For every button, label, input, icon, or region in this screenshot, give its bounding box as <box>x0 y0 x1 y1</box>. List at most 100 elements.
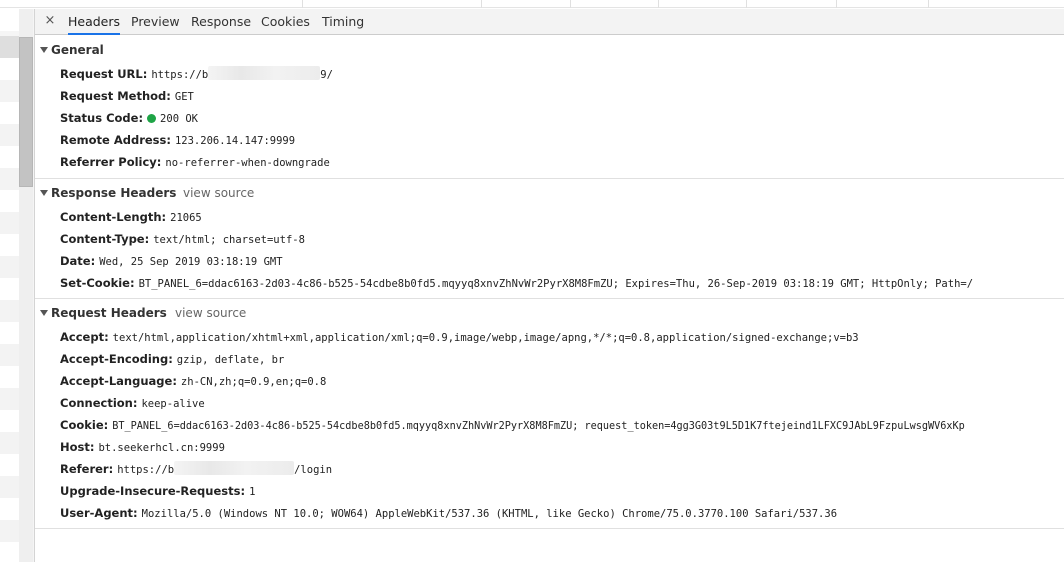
list-item[interactable] <box>0 256 19 278</box>
header-value: BT_PANEL_6=ddac6163-2d03-4c86-b525-54cdb… <box>138 278 974 290</box>
list-item[interactable] <box>0 190 19 212</box>
list-item[interactable] <box>0 124 19 146</box>
list-item[interactable] <box>0 212 19 234</box>
view-source-link[interactable]: view source <box>183 183 254 203</box>
header-name: Referrer Policy: <box>60 155 162 169</box>
column-divider <box>481 0 482 8</box>
header-name: Connection: <box>60 396 138 410</box>
header-value: 200 OK <box>160 113 198 125</box>
response-header-row: Date: Wed, 25 Sep 2019 03:18:19 GMT <box>60 251 283 271</box>
response-header-row: Content-Type: text/html; charset=utf-8 <box>60 229 305 249</box>
header-name: Content-Type: <box>60 232 150 246</box>
tab-response[interactable]: Response <box>191 9 251 35</box>
list-item[interactable] <box>0 498 19 520</box>
request-list-header-strip <box>0 0 1064 8</box>
tab-timing[interactable]: Timing <box>322 9 364 35</box>
list-item[interactable] <box>0 344 19 366</box>
list-item[interactable] <box>0 58 19 80</box>
list-item[interactable] <box>0 476 19 498</box>
list-item[interactable] <box>0 388 19 410</box>
header-value: bt.seekerhcl.cn:9999 <box>98 442 225 454</box>
header-name: Remote Address: <box>60 133 171 147</box>
request-method-row: Request Method: GET <box>60 86 194 106</box>
tab-cookies[interactable]: Cookies <box>261 9 310 35</box>
header-value: 1 <box>249 486 256 498</box>
request-header-row: User-Agent: Mozilla/5.0 (Windows NT 10.0;… <box>60 503 837 523</box>
header-name: User-Agent: <box>60 506 138 520</box>
request-headers-toggle[interactable]: Request Headers <box>40 303 167 323</box>
list-item[interactable] <box>0 432 19 454</box>
list-item[interactable] <box>0 102 19 124</box>
header-name: Cookie: <box>60 418 109 432</box>
header-value: BT_PANEL_6=ddac6163-2d03-4c86-b525-54cdb… <box>112 421 965 432</box>
header-value-prefix: https://b <box>117 464 175 476</box>
header-value-prefix: https://b <box>151 69 209 81</box>
header-value-suffix: /login <box>294 464 333 476</box>
scrollbar-thumb[interactable] <box>19 37 33 187</box>
column-divider <box>570 0 571 8</box>
general-section-toggle[interactable]: General <box>40 40 104 60</box>
header-name: Date: <box>60 254 96 268</box>
list-item[interactable] <box>0 234 19 256</box>
list-item[interactable] <box>0 300 19 322</box>
request-header-row: Upgrade-Insecure-Requests: 1 <box>60 481 255 501</box>
header-name: Content-Length: <box>60 210 167 224</box>
expand-triangle-icon <box>40 310 48 316</box>
column-divider <box>746 0 747 8</box>
header-value: 123.206.14.147:9999 <box>174 135 296 147</box>
request-url-row: Request URL: https://b 9/ <box>60 64 333 84</box>
response-headers-section: Response Headers view source Content-Len… <box>35 179 1064 299</box>
list-item[interactable] <box>0 278 19 300</box>
detail-tab-bar: × Headers Preview Response Cookies Timin… <box>35 9 1064 35</box>
tab-preview[interactable]: Preview <box>131 9 180 35</box>
section-title: Request Headers <box>51 306 167 320</box>
request-header-row: Host: bt.seekerhcl.cn:9999 <box>60 437 225 457</box>
column-divider <box>928 0 929 8</box>
referrer-policy-row: Referrer Policy: no-referrer-when-downgra… <box>60 152 330 172</box>
list-item[interactable] <box>0 454 19 476</box>
status-code-row: Status Code: 200 OK <box>60 108 198 128</box>
list-item[interactable] <box>0 410 19 432</box>
list-item[interactable] <box>0 322 19 344</box>
header-name: Request Method: <box>60 89 171 103</box>
selected-list-item[interactable] <box>0 36 19 58</box>
list-item[interactable] <box>0 542 19 562</box>
redacted-blur <box>208 66 321 80</box>
list-item[interactable] <box>0 366 19 388</box>
tab-headers[interactable]: Headers <box>68 9 121 35</box>
close-icon[interactable]: × <box>41 12 59 30</box>
header-value: gzip, deflate, br <box>176 354 285 366</box>
list-item[interactable] <box>0 146 19 168</box>
column-divider <box>658 0 659 8</box>
list-item[interactable] <box>0 168 19 190</box>
section-title: Response Headers <box>51 186 177 200</box>
request-headers-section: Request Headers view source Accept: text/… <box>35 299 1064 529</box>
header-value: 21065 <box>170 212 202 224</box>
status-success-icon <box>147 114 157 123</box>
expand-triangle-icon <box>40 47 48 53</box>
header-name: Referer: <box>60 462 114 476</box>
header-value: keep-alive <box>141 398 205 410</box>
column-divider <box>836 0 837 8</box>
response-header-row: Content-Length: 21065 <box>60 207 202 227</box>
header-value: Mozilla/5.0 (Windows NT 10.0; WOW64) App… <box>141 508 838 520</box>
header-value: text/html,application/xhtml+xml,applicat… <box>112 332 859 344</box>
general-section: General Request URL: https://b 9/ Request … <box>35 35 1064 179</box>
header-name: Accept-Language: <box>60 374 177 388</box>
view-source-link[interactable]: view source <box>175 303 246 323</box>
list-item[interactable] <box>0 9 19 31</box>
remote-address-row: Remote Address: 123.206.14.147:9999 <box>60 130 295 150</box>
request-header-row: Accept-Encoding: gzip, deflate, br <box>60 349 284 369</box>
header-value: Wed, 25 Sep 2019 03:18:19 GMT <box>99 256 283 268</box>
header-value: no-referrer-when-downgrade <box>165 157 330 169</box>
header-value: GET <box>174 91 194 103</box>
section-title: General <box>51 43 104 57</box>
header-value: zh-CN,zh;q=0.9,en;q=0.8 <box>180 376 327 388</box>
list-item[interactable] <box>0 520 19 542</box>
headers-panel: General Request URL: https://b 9/ Request … <box>35 35 1064 562</box>
expand-triangle-icon <box>40 190 48 196</box>
column-divider <box>302 0 303 8</box>
request-list-panel[interactable] <box>0 9 35 562</box>
response-headers-toggle[interactable]: Response Headers <box>40 183 176 203</box>
list-item[interactable] <box>0 80 19 102</box>
